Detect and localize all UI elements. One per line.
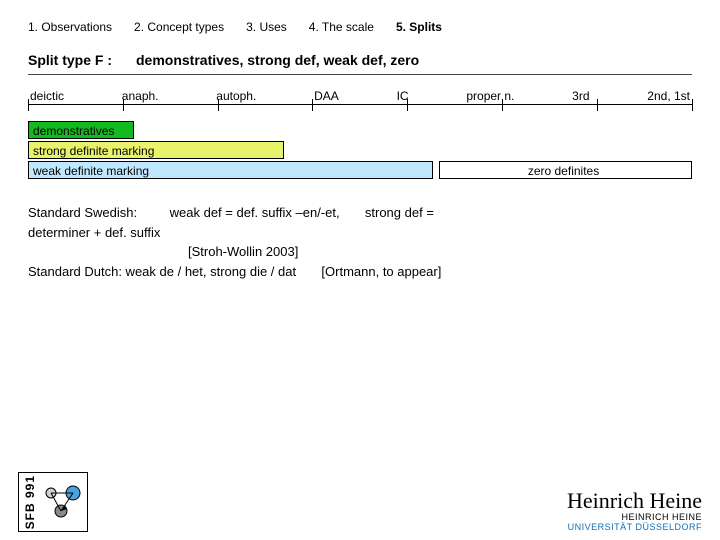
scale-axis: deictic anaph. autoph. DAA IC proper n. … — [28, 89, 692, 117]
tab-splits[interactable]: 5. Splits — [396, 20, 442, 34]
bar-demonstratives: demonstratives — [28, 121, 134, 139]
tab-observations[interactable]: 1. Observations — [28, 20, 112, 34]
tab-concept-types[interactable]: 2. Concept types — [134, 20, 224, 34]
body-line: Standard Swedish: — [28, 205, 137, 220]
body-line: weak def = def. suffix –en/-et, — [170, 205, 340, 220]
scale-label: autoph. — [216, 89, 256, 103]
hhu-university: UNIVERSITÄT DÜSSELDORF — [567, 522, 702, 532]
body-line: strong def = — [365, 205, 434, 220]
bar-strong-def: strong definite marking — [28, 141, 284, 159]
body-text: Standard Swedish: weak def = def. suffix… — [28, 203, 692, 281]
reference: [Ortmann, to appear] — [321, 264, 441, 279]
tab-uses[interactable]: 3. Uses — [246, 20, 287, 34]
tab-bar: 1. Observations 2. Concept types 3. Uses… — [28, 20, 692, 34]
scale-label: deictic — [30, 89, 64, 103]
page-subtitle: demonstratives, strong def, weak def, ze… — [136, 52, 419, 68]
scale-label: 3rd — [572, 89, 589, 103]
sfb-graphic-icon — [41, 483, 83, 521]
tab-the-scale[interactable]: 4. The scale — [309, 20, 374, 34]
bar-zero-def: zero definites — [439, 161, 692, 179]
scale-label: 2nd, 1st — [647, 89, 690, 103]
scale-label: anaph. — [122, 89, 159, 103]
divider — [28, 74, 692, 75]
page-title: Split type F : — [28, 52, 112, 68]
scale-label: DAA — [314, 89, 339, 103]
hhu-logo: Heinrich Heine HEINRICH HEINE UNIVERSITÄ… — [567, 488, 702, 532]
hhu-signature: Heinrich Heine — [567, 488, 702, 514]
sfb-logo: SFB 991 — [18, 472, 88, 532]
reference: [Stroh-Wollin 2003] — [188, 244, 298, 259]
sfb-label: SFB 991 — [23, 475, 37, 529]
scale-label: proper n. — [466, 89, 514, 103]
body-line: determiner + def. suffix — [28, 225, 160, 240]
bar-weak-def: weak definite marking — [28, 161, 433, 179]
bars-group: demonstratives strong definite marking w… — [28, 121, 692, 179]
body-line: Standard Dutch: weak de / het, strong di… — [28, 264, 296, 279]
